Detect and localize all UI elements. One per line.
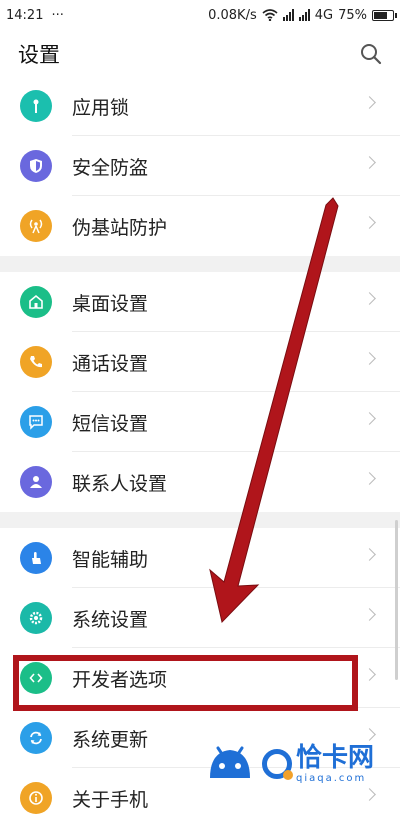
network-type: 4G	[314, 7, 334, 23]
status-time: 14:21	[6, 7, 44, 23]
key-icon	[20, 90, 52, 122]
settings-item-anti-theft[interactable]: 安全防盗	[0, 136, 400, 196]
sync-icon	[20, 722, 52, 754]
info-icon	[20, 782, 52, 814]
settings-item-call[interactable]: 通话设置	[0, 332, 400, 392]
watermark-logo: 恰卡网 qiaqa.com	[204, 734, 394, 794]
settings-item-app-lock[interactable]: 应用锁	[0, 76, 400, 136]
settings-item-label: 伪基站防护	[72, 216, 168, 239]
settings-item-desktop[interactable]: 桌面设置	[0, 272, 400, 332]
status-speed: 0.08K/s	[208, 7, 257, 23]
battery-icon	[372, 9, 397, 21]
signal-icon	[282, 9, 294, 21]
code-icon	[20, 662, 52, 694]
header: 设置	[0, 30, 400, 78]
group-separator	[0, 512, 400, 528]
hand-icon	[20, 542, 52, 574]
search-icon[interactable]	[360, 43, 382, 65]
message-icon	[20, 406, 52, 438]
settings-item-label: 开发者选项	[72, 668, 168, 691]
settings-item-label: 安全防盗	[72, 156, 149, 179]
settings-item-label: 桌面设置	[72, 292, 149, 315]
scrollbar[interactable]	[395, 520, 398, 680]
wifi-icon	[262, 9, 278, 21]
android-robot-icon	[210, 746, 250, 778]
signal-icon-2	[298, 9, 310, 21]
settings-item-label: 通话设置	[72, 352, 149, 375]
settings-list: 应用锁 安全防盗 伪基站防护 桌面设置 通话设置 短信设置 联系人设置 智能辅助…	[0, 76, 400, 828]
settings-item-system[interactable]: 系统设置	[0, 588, 400, 648]
shield-icon	[20, 150, 52, 182]
group-separator	[0, 256, 400, 272]
settings-item-sms[interactable]: 短信设置	[0, 392, 400, 452]
gear-icon	[20, 602, 52, 634]
settings-item-smart-assist[interactable]: 智能辅助	[0, 528, 400, 588]
settings-item-developer-options[interactable]: 开发者选项	[0, 648, 400, 708]
settings-item-label: 联系人设置	[72, 472, 168, 495]
settings-item-label: 系统设置	[72, 608, 149, 631]
watermark-name: 恰卡网	[296, 743, 375, 774]
status-dots: ···	[51, 7, 64, 23]
contact-icon	[20, 466, 52, 498]
settings-item-contacts[interactable]: 联系人设置	[0, 452, 400, 512]
settings-item-fake-base-station[interactable]: 伪基站防护	[0, 196, 400, 256]
phone-icon	[20, 346, 52, 378]
settings-item-label: 智能辅助	[72, 548, 149, 571]
battery-percent: 75%	[338, 7, 367, 23]
page-title: 设置	[18, 42, 60, 67]
settings-item-label: 短信设置	[72, 412, 149, 435]
settings-item-label: 应用锁	[72, 96, 130, 119]
status-bar: 14:21 ··· 0.08K/s 4G 75%	[0, 0, 400, 30]
watermark-domain: qiaqa.com	[296, 772, 367, 784]
home-icon	[20, 286, 52, 318]
watermark-circle-icon	[262, 749, 293, 780]
antenna-icon	[20, 210, 52, 242]
